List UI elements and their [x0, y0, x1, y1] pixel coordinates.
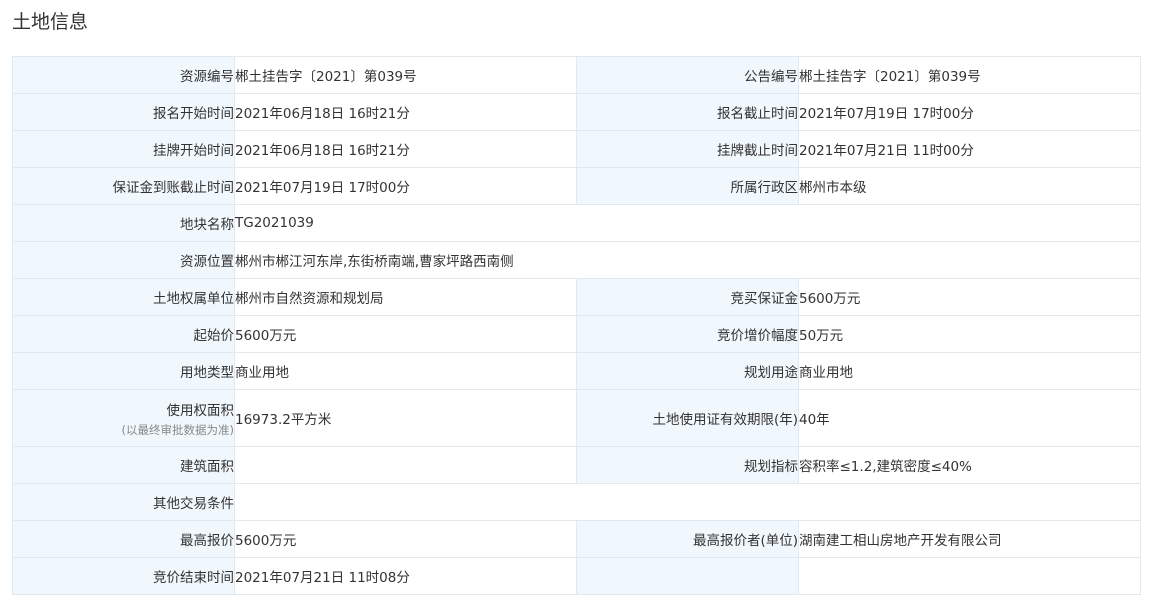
value-building-area	[234, 446, 577, 484]
table-row: 土地权属单位 郴州市自然资源和规划局 竞买保证金 5600万元	[12, 278, 1141, 316]
label-highest-bidder: 最高报价者(单位)	[576, 520, 799, 558]
label-listing-end: 挂牌截止时间	[576, 130, 799, 168]
table-row: 建筑面积 规划指标 容积率≤1.2,建筑密度≤40%	[12, 446, 1141, 484]
value-notice-no: 郴土挂告字〔2021〕第039号	[798, 56, 1141, 94]
table-row: 地块名称 TG2021039	[12, 204, 1141, 242]
page-title: 土地信息	[12, 11, 89, 33]
value-deposit-deadline: 2021年07月19日 17时00分	[234, 167, 577, 205]
value-other-conditions	[234, 483, 1141, 521]
label-signup-start: 报名开始时间	[12, 93, 235, 131]
label-planning-index: 规划指标	[576, 446, 799, 484]
value-district: 郴州市本级	[798, 167, 1141, 205]
table-row: 起始价 5600万元 竞价增价幅度 50万元	[12, 315, 1141, 353]
label-auction-end: 竞价结束时间	[12, 557, 235, 595]
table-row: 竞价结束时间 2021年07月21日 11时08分	[12, 557, 1141, 595]
table-row: 保证金到账截止时间 2021年07月19日 17时00分 所属行政区 郴州市本级	[12, 167, 1141, 205]
table-row: 使用权面积 (以最终审批数据为准) 16973.2平方米 土地使用证有效期限(年…	[12, 389, 1141, 447]
table-row: 其他交易条件	[12, 483, 1141, 521]
value-increment: 50万元	[798, 315, 1141, 353]
value-resource-no: 郴土挂告字〔2021〕第039号	[234, 56, 577, 94]
label-signup-end: 报名截止时间	[576, 93, 799, 131]
land-info-table: 资源编号 郴土挂告字〔2021〕第039号 公告编号 郴土挂告字〔2021〕第0…	[12, 56, 1141, 595]
label-district: 所属行政区	[576, 167, 799, 205]
value-highest-bid: 5600万元	[234, 520, 577, 558]
label-planned-use: 规划用途	[576, 352, 799, 390]
label-resource-no: 资源编号	[12, 56, 235, 94]
label-deposit-deadline: 保证金到账截止时间	[12, 167, 235, 205]
table-row: 用地类型 商业用地 规划用途 商业用地	[12, 352, 1141, 390]
label-location: 资源位置	[12, 241, 235, 279]
value-planned-use: 商业用地	[798, 352, 1141, 390]
label-land-type: 用地类型	[12, 352, 235, 390]
value-empty	[798, 557, 1141, 595]
value-auction-end: 2021年07月21日 11时08分	[234, 557, 577, 595]
label-certificate-term: 土地使用证有效期限(年)	[576, 389, 799, 447]
label-listing-start: 挂牌开始时间	[12, 130, 235, 168]
value-owner-unit: 郴州市自然资源和规划局	[234, 278, 577, 316]
label-building-area: 建筑面积	[12, 446, 235, 484]
table-row: 资源位置 郴州市郴江河东岸,东街桥南端,曹家坪路西南侧	[12, 241, 1141, 279]
label-bid-deposit: 竞买保证金	[576, 278, 799, 316]
value-start-price: 5600万元	[234, 315, 577, 353]
label-notice-no: 公告编号	[576, 56, 799, 94]
value-highest-bidder: 湖南建工相山房地产开发有限公司	[798, 520, 1141, 558]
value-listing-start: 2021年06月18日 16时21分	[234, 130, 577, 168]
value-land-type: 商业用地	[234, 352, 577, 390]
table-row: 挂牌开始时间 2021年06月18日 16时21分 挂牌截止时间 2021年07…	[12, 130, 1141, 168]
value-parcel-name: TG2021039	[234, 204, 1141, 242]
label-other-conditions: 其他交易条件	[12, 483, 235, 521]
table-row: 资源编号 郴土挂告字〔2021〕第039号 公告编号 郴土挂告字〔2021〕第0…	[12, 56, 1141, 94]
value-certificate-term: 40年	[798, 389, 1141, 447]
label-highest-bid: 最高报价	[12, 520, 235, 558]
table-row: 报名开始时间 2021年06月18日 16时21分 报名截止时间 2021年07…	[12, 93, 1141, 131]
label-use-area-note: (以最终审批数据为准)	[121, 422, 234, 437]
label-start-price: 起始价	[12, 315, 235, 353]
value-planning-index: 容积率≤1.2,建筑密度≤40%	[798, 446, 1141, 484]
label-owner-unit: 土地权属单位	[12, 278, 235, 316]
label-use-area: 使用权面积 (以最终审批数据为准)	[12, 389, 235, 447]
value-use-area: 16973.2平方米	[234, 389, 577, 447]
value-signup-start: 2021年06月18日 16时21分	[234, 93, 577, 131]
label-increment: 竞价增价幅度	[576, 315, 799, 353]
value-listing-end: 2021年07月21日 11时00分	[798, 130, 1141, 168]
label-use-area-text: 使用权面积	[166, 402, 235, 419]
value-signup-end: 2021年07月19日 17时00分	[798, 93, 1141, 131]
value-location: 郴州市郴江河东岸,东街桥南端,曹家坪路西南侧	[234, 241, 1141, 279]
value-bid-deposit: 5600万元	[798, 278, 1141, 316]
label-parcel-name: 地块名称	[12, 204, 235, 242]
label-empty	[576, 557, 799, 595]
table-row: 最高报价 5600万元 最高报价者(单位) 湖南建工相山房地产开发有限公司	[12, 520, 1141, 558]
